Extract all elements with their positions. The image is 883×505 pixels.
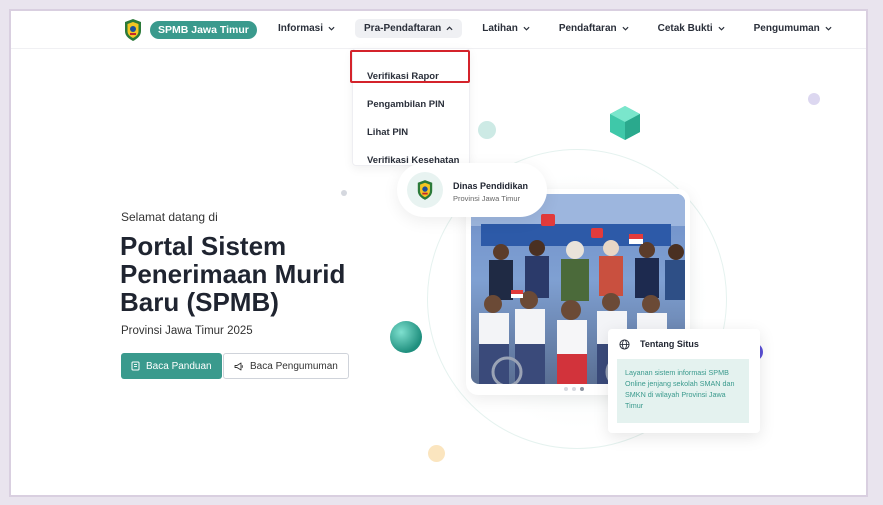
main-menu: Informasi Pra-Pendaftaran Latihan Pendaf… xyxy=(269,19,852,38)
brand-logo[interactable]: SPMB Jawa Timur xyxy=(123,18,257,42)
dinas-logo xyxy=(407,172,443,208)
nav-label: Latihan xyxy=(482,23,518,34)
nav-label: Pendaftaran xyxy=(558,23,617,34)
carousel-dot[interactable] xyxy=(572,387,576,391)
browser-viewport: SPMB Jawa Timur Informasi Pra-Pendaftara… xyxy=(9,9,868,497)
about-title: Tentang Situs xyxy=(640,339,699,349)
chevron-up-icon xyxy=(446,26,453,31)
button-label: Baca Pengumuman xyxy=(250,360,338,372)
nav-label: Cetak Bukti xyxy=(657,23,713,34)
nav-label: Pengumuman xyxy=(753,23,820,34)
about-description: Layanan sistem informasi SPMB Online jen… xyxy=(617,359,749,423)
nav-cetak-bukti[interactable]: Cetak Bukti xyxy=(649,19,734,38)
book-icon xyxy=(131,361,140,371)
decorative-sphere xyxy=(390,321,422,353)
decorative-dot xyxy=(478,121,496,139)
baca-pengumuman-button[interactable]: Baca Pengumuman xyxy=(223,353,349,379)
chevron-down-icon xyxy=(523,26,530,31)
dinas-title: Dinas Pendidikan xyxy=(453,181,529,191)
nav-informasi[interactable]: Informasi xyxy=(269,19,344,38)
button-label: Baca Panduan xyxy=(146,360,212,372)
chevron-down-icon xyxy=(825,26,832,31)
carousel-dot-active[interactable] xyxy=(580,387,584,391)
east-java-crest-icon xyxy=(125,19,141,41)
baca-panduan-button[interactable]: Baca Panduan xyxy=(121,353,222,379)
carousel-dot[interactable] xyxy=(564,387,568,391)
decorative-cube xyxy=(610,106,640,140)
nav-label: Informasi xyxy=(278,23,324,34)
carousel-dots[interactable] xyxy=(564,387,584,391)
dropdown-item-lihat-pin[interactable]: Lihat PIN xyxy=(367,127,408,138)
brand-name: SPMB Jawa Timur xyxy=(150,21,257,39)
decorative-dot xyxy=(341,190,347,196)
hero-subtitle: Provinsi Jawa Timur 2025 xyxy=(121,325,253,337)
tentang-situs-card: Tentang Situs Layanan sistem informasi S… xyxy=(608,329,760,433)
welcome-text: Selamat datang di xyxy=(121,210,218,224)
decorative-dot xyxy=(428,445,445,462)
nav-pendaftaran[interactable]: Pendaftaran xyxy=(550,19,638,38)
east-java-crest-icon xyxy=(417,180,433,200)
page-title: Portal Sistem Penerimaan Murid Baru (SPM… xyxy=(120,231,346,317)
chevron-down-icon xyxy=(718,26,725,31)
nav-label: Pra-Pendaftaran xyxy=(364,23,442,34)
nav-pra-pendaftaran[interactable]: Pra-Pendaftaran xyxy=(355,19,463,38)
highlight-box xyxy=(350,50,470,83)
megaphone-icon xyxy=(234,362,243,370)
chevron-down-icon xyxy=(328,26,335,31)
decorative-dot xyxy=(808,93,820,105)
chevron-down-icon xyxy=(622,26,629,31)
nav-pengumuman[interactable]: Pengumuman xyxy=(745,19,841,38)
top-navbar: SPMB Jawa Timur Informasi Pra-Pendaftara… xyxy=(11,11,866,49)
dropdown-item-pengambilan-pin[interactable]: Pengambilan PIN xyxy=(367,99,445,110)
globe-icon xyxy=(619,339,630,350)
dinas-subtitle: Provinsi Jawa Timur xyxy=(453,194,521,203)
dinas-pendidikan-card: Dinas Pendidikan Provinsi Jawa Timur xyxy=(397,163,547,217)
nav-latihan[interactable]: Latihan xyxy=(473,19,539,38)
